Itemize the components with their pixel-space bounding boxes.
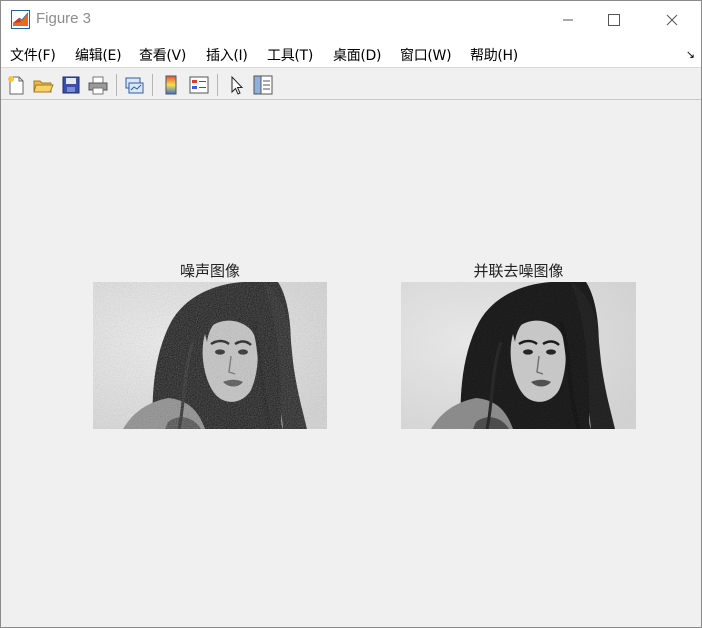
axes-title-denoised: 并联去噪图像 <box>473 262 564 280</box>
legend-icon[interactable] <box>188 74 210 96</box>
figure-canvas: 噪声图像 并联去噪图像 <box>1 101 701 627</box>
figure-toolbar <box>1 69 701 100</box>
menu-edit[interactable]: 编辑(E) <box>75 45 122 65</box>
dock-arrow-icon[interactable]: ↘ <box>686 48 695 61</box>
menu-bar: 文件(F) 编辑(E) 查看(V) 插入(I) 工具(T) 桌面(D) 窗口(W… <box>1 38 701 68</box>
colorbar-icon[interactable] <box>160 74 182 96</box>
menu-tools[interactable]: 工具(T) <box>267 45 313 65</box>
figure-window: Figure 3 文件(F) 编辑(E) 查看(V) 插入(I) 工具(T) 桌… <box>0 0 702 628</box>
matlab-icon <box>11 10 30 29</box>
save-icon[interactable] <box>60 74 82 96</box>
minimize-button[interactable] <box>545 1 591 38</box>
new-figure-icon[interactable] <box>5 74 27 96</box>
link-plot-icon[interactable] <box>123 74 145 96</box>
close-icon <box>666 14 678 25</box>
property-inspector-icon[interactable] <box>252 74 274 96</box>
minimize-icon <box>563 19 573 20</box>
menu-view[interactable]: 查看(V) <box>139 45 186 65</box>
toolbar-separator <box>116 74 117 96</box>
open-file-icon[interactable] <box>32 74 54 96</box>
axes-title-noisy: 噪声图像 <box>179 262 240 280</box>
pointer-icon[interactable] <box>225 74 247 96</box>
window-title: Figure 3 <box>36 10 92 27</box>
noisy-image <box>93 282 327 429</box>
toolbar-separator <box>152 74 153 96</box>
menu-desktop[interactable]: 桌面(D) <box>333 45 382 65</box>
maximize-icon <box>608 13 620 26</box>
menu-window[interactable]: 窗口(W) <box>400 45 452 65</box>
denoised-image <box>401 282 636 429</box>
close-button[interactable] <box>649 1 695 38</box>
menu-help[interactable]: 帮助(H) <box>470 45 518 65</box>
toolbar-separator <box>217 74 218 96</box>
menu-insert[interactable]: 插入(I) <box>206 45 248 65</box>
print-icon[interactable] <box>87 74 109 96</box>
title-bar: Figure 3 <box>1 1 701 38</box>
menu-file[interactable]: 文件(F) <box>10 45 56 65</box>
maximize-button[interactable] <box>591 1 637 38</box>
